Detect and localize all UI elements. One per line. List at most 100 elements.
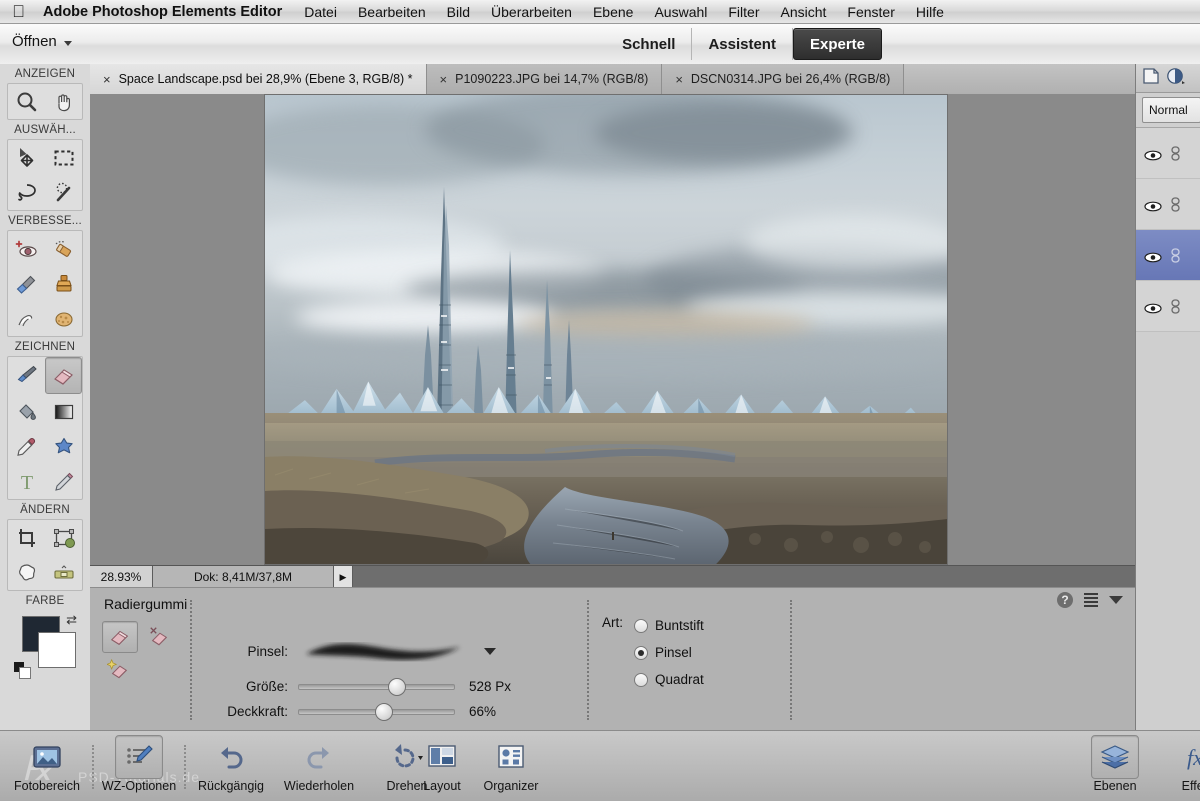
radio-button[interactable] (634, 618, 648, 633)
background-eraser-mode-icon[interactable] (142, 621, 176, 651)
crop-tool[interactable] (8, 520, 45, 555)
blur-tool[interactable] (8, 301, 45, 336)
brush-tool[interactable] (8, 357, 45, 392)
gradient-tool[interactable] (45, 394, 82, 429)
recompose-tool[interactable] (45, 520, 82, 555)
radio-button[interactable] (634, 672, 648, 687)
menu-item-ansicht[interactable]: Ansicht (781, 4, 827, 20)
close-icon[interactable]: × (675, 73, 683, 86)
menu-item-filter[interactable]: Filter (728, 4, 759, 20)
clone-stamp-tool[interactable] (45, 266, 82, 301)
straighten-tool[interactable] (45, 555, 82, 590)
menu-item-hilfe[interactable]: Hilfe (916, 4, 944, 20)
size-slider[interactable] (298, 677, 455, 696)
eraser-tool[interactable] (45, 357, 82, 394)
close-icon[interactable]: × (440, 73, 448, 86)
adjustment-layer-icon[interactable] (1166, 67, 1186, 90)
move-tool[interactable] (8, 140, 45, 175)
magic-eraser-mode-icon[interactable] (102, 653, 136, 683)
menu-item-auswahl[interactable]: Auswahl (654, 4, 707, 20)
document-canvas[interactable] (265, 95, 947, 564)
hand-tool[interactable] (45, 84, 82, 119)
taskbar-item-wz-optionen[interactable]: WZ-Optionen (96, 735, 182, 793)
opacity-slider-knob[interactable] (375, 702, 393, 721)
taskbar-item-organizer[interactable]: Organizer (468, 735, 554, 793)
link-icon[interactable] (1170, 247, 1181, 263)
photo-bin-icon[interactable] (24, 736, 70, 778)
panel-menu-icon[interactable] (1084, 593, 1098, 607)
taskbar-item-rueckgaengig[interactable]: Rückgängig (188, 735, 274, 793)
document-tab-dscn0314[interactable]: × DSCN0314.JPG bei 26,4% (RGB/8) (662, 64, 905, 94)
close-icon[interactable]: × (103, 73, 111, 86)
layer-row-4[interactable] (1136, 281, 1200, 332)
menu-item-bearbeiten[interactable]: Bearbeiten (358, 4, 426, 20)
taskbar-item-effekte[interactable]: fx Effekte (1158, 735, 1200, 793)
organizer-icon[interactable] (488, 736, 534, 778)
eye-icon[interactable] (1144, 199, 1162, 211)
layer-row-3[interactable] (1136, 230, 1200, 281)
red-eye-tool[interactable] (8, 231, 45, 266)
eye-icon[interactable] (1144, 148, 1162, 160)
rectangular-marquee-tool[interactable] (45, 140, 82, 175)
smart-brush-tool[interactable] (8, 266, 45, 301)
layer-row-1[interactable] (1136, 128, 1200, 179)
background-color-swatch[interactable] (38, 632, 76, 668)
fx-icon[interactable]: fx (1178, 736, 1200, 778)
taskbar-item-fotobereich[interactable]: Fotobereich (4, 735, 90, 793)
tab-experte[interactable]: Experte (792, 28, 882, 60)
cookie-cutter-tool[interactable] (8, 555, 45, 590)
canvas-work-area[interactable] (90, 94, 1135, 565)
magic-wand-tool[interactable] (45, 175, 82, 210)
sponge-tool[interactable] (45, 301, 82, 336)
new-layer-icon[interactable] (1142, 67, 1160, 90)
document-tab-space-landscape[interactable]: × Space Landscape.psd bei 28,9% (Ebene 3… (90, 64, 427, 94)
menu-item-datei[interactable]: Datei (304, 4, 337, 20)
radio-buntstift[interactable]: Buntstift (634, 612, 704, 639)
eyedropper-tool[interactable] (8, 429, 45, 464)
collapse-chevron-icon[interactable] (1109, 596, 1123, 604)
layers-icon[interactable] (1091, 735, 1139, 779)
radio-pinsel[interactable]: Pinsel (634, 639, 704, 666)
undo-icon[interactable] (208, 736, 254, 778)
default-colors-icon[interactable] (14, 662, 31, 679)
lasso-tool[interactable] (8, 175, 45, 210)
blend-mode-select[interactable]: Normal (1142, 97, 1200, 123)
type-tool[interactable]: T (8, 464, 45, 499)
menu-item-fenster[interactable]: Fenster (847, 4, 894, 20)
zoom-tool[interactable] (8, 84, 45, 119)
size-slider-knob[interactable] (388, 677, 406, 696)
link-icon[interactable] (1170, 298, 1181, 314)
redo-icon[interactable] (296, 736, 342, 778)
help-icon[interactable]: ? (1057, 592, 1073, 608)
tab-schnell[interactable]: Schnell (606, 28, 693, 60)
brush-preview[interactable] (298, 634, 468, 668)
apple-icon[interactable]:  (10, 2, 27, 21)
tool-options-icon[interactable] (115, 735, 163, 779)
radio-quadrat[interactable]: Quadrat (634, 666, 704, 693)
menu-item-bild[interactable]: Bild (447, 4, 470, 20)
paint-bucket-tool[interactable] (8, 394, 45, 429)
layer-row-2[interactable] (1136, 179, 1200, 230)
taskbar-item-wiederholen[interactable]: Wiederholen (276, 735, 362, 793)
taskbar-item-ebenen[interactable]: Ebenen (1072, 735, 1158, 793)
opacity-slider[interactable] (298, 702, 455, 721)
play-arrow-icon[interactable]: ▶ (334, 566, 353, 588)
radio-button[interactable] (634, 645, 648, 660)
link-icon[interactable] (1170, 145, 1181, 161)
custom-shape-tool[interactable] (45, 429, 82, 464)
link-icon[interactable] (1170, 196, 1181, 212)
swap-colors-icon[interactable]: ⇄ (66, 612, 77, 628)
menu-item-ueberarbeiten[interactable]: Überarbeiten (491, 4, 572, 20)
pencil-tool[interactable] (45, 464, 82, 499)
spot-healing-tool[interactable] (45, 231, 82, 266)
tab-assistent[interactable]: Assistent (692, 28, 793, 60)
eye-icon[interactable] (1144, 250, 1162, 262)
document-tab-p1090223[interactable]: × P1090223.JPG bei 14,7% (RGB/8) (426, 64, 663, 94)
zoom-level-field[interactable]: 28.93% (90, 566, 153, 588)
menu-item-ebene[interactable]: Ebene (593, 4, 633, 20)
open-button[interactable]: Öffnen (12, 33, 72, 50)
eraser-mode-icon[interactable] (102, 621, 138, 653)
chevron-down-icon[interactable] (484, 647, 496, 655)
layout-icon[interactable] (419, 736, 465, 778)
eye-icon[interactable] (1144, 301, 1162, 313)
